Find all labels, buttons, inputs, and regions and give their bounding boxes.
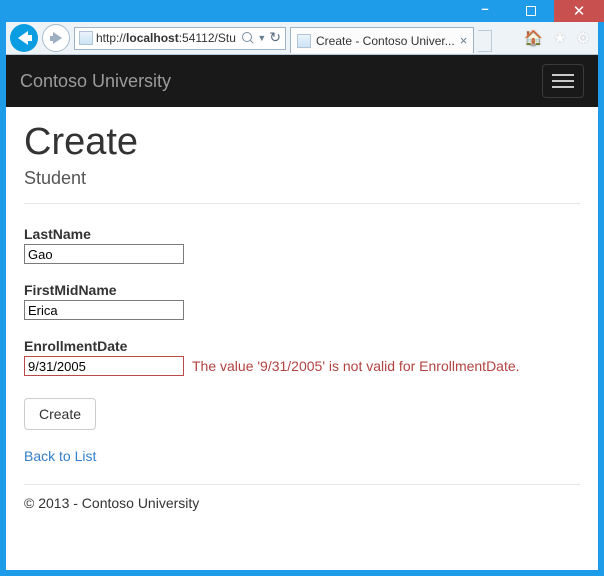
favorites-icon[interactable]: ★ (553, 29, 566, 47)
tab-close-icon[interactable]: × (460, 33, 468, 48)
browser-chrome-icons: 🏠 ★ ⚙ (524, 29, 594, 47)
create-button[interactable]: Create (24, 398, 96, 430)
navbar-toggle-button[interactable] (542, 64, 584, 98)
window-minimize-button[interactable] (462, 0, 508, 22)
input-enrollmentdate[interactable] (24, 356, 184, 376)
address-url: http://localhost:54112/Stu (96, 31, 239, 45)
label-enrollmentdate: EnrollmentDate (24, 338, 580, 354)
site-navbar: Contoso University (6, 55, 598, 107)
address-bar[interactable]: http://localhost:54112/Stu ▼ ↻ (74, 27, 286, 50)
address-dropdown-icon[interactable]: ▼ (257, 33, 266, 43)
forward-button[interactable] (42, 24, 70, 52)
home-icon[interactable]: 🏠 (524, 29, 543, 47)
browser-tab[interactable]: Create - Contoso Univer... × (290, 27, 474, 53)
hamburger-bar-icon (552, 74, 574, 76)
window-close-button[interactable] (554, 0, 604, 22)
window-maximize-button[interactable] (508, 0, 554, 22)
navbar-brand[interactable]: Contoso University (20, 71, 171, 92)
tab-title: Create - Contoso Univer... (316, 34, 455, 48)
browser-window: http://localhost:54112/Stu ▼ ↻ Create - … (0, 0, 604, 576)
divider (24, 203, 580, 204)
page-content: Create Student LastName FirstMidName Enr… (6, 107, 598, 521)
back-button[interactable] (10, 24, 38, 52)
hamburger-bar-icon (552, 80, 574, 82)
field-enrollmentdate: EnrollmentDate The value '9/31/2005' is … (24, 338, 580, 376)
validation-error-enrollmentdate: The value '9/31/2005' is not valid for E… (192, 358, 520, 374)
input-lastname[interactable] (24, 244, 184, 264)
field-lastname: LastName (24, 226, 580, 264)
input-firstmidname[interactable] (24, 300, 184, 320)
page-subheading: Student (24, 168, 580, 189)
page-heading: Create (24, 121, 580, 164)
search-icon[interactable] (242, 32, 254, 44)
browser-toolbar: http://localhost:54112/Stu ▼ ↻ Create - … (6, 22, 598, 55)
refresh-icon[interactable]: ↻ (269, 29, 281, 46)
new-tab-button[interactable] (478, 30, 492, 52)
hamburger-bar-icon (552, 86, 574, 88)
settings-gear-icon[interactable]: ⚙ (577, 29, 590, 47)
footer-divider (24, 484, 580, 485)
label-firstmidname: FirstMidName (24, 282, 580, 298)
label-lastname: LastName (24, 226, 580, 242)
field-firstmidname: FirstMidName (24, 282, 580, 320)
page-favicon-icon (79, 31, 93, 45)
tab-favicon-icon (297, 34, 311, 48)
window-titlebar (0, 0, 604, 22)
footer-text: © 2013 - Contoso University (24, 495, 580, 511)
back-to-list-link[interactable]: Back to List (24, 448, 580, 464)
